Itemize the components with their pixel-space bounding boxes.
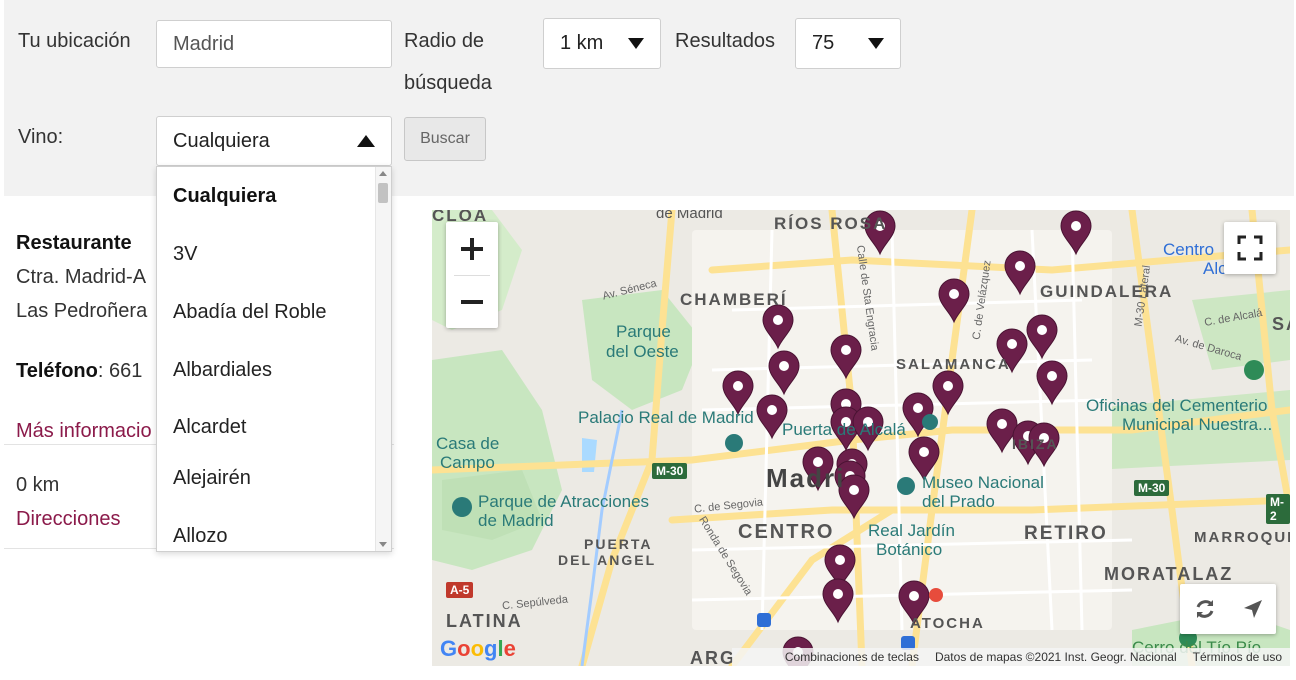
plus-icon [461, 237, 483, 260]
results-label: Resultados [675, 30, 776, 52]
map-label-chamberi: CHAMBERÍ [680, 290, 788, 309]
dropdown-option[interactable]: Cualquiera [173, 185, 276, 208]
more-info-link[interactable]: Más informacio [16, 420, 152, 443]
fullscreen-button[interactable] [1224, 222, 1276, 274]
refresh-icon[interactable] [1193, 597, 1217, 621]
highway-badge: M-2 [1266, 494, 1290, 524]
location-controls [1180, 584, 1276, 634]
wine-dropdown-list[interactable]: Cualquiera 3V Abadía del Roble Albardial… [156, 166, 392, 552]
map-label-moratalaz: MORATALAZ [1104, 564, 1234, 584]
chevron-up-icon [357, 135, 375, 147]
highway-badge: M-30 [652, 463, 688, 479]
radius-select[interactable]: 1 km [543, 18, 661, 69]
dropdown-option[interactable]: 3V [173, 243, 197, 266]
wine-select[interactable]: Cualquiera [156, 116, 392, 166]
dropdown-option[interactable]: Alejairén [173, 467, 251, 490]
highway-badge: A-5 [446, 582, 474, 598]
dropdown-option[interactable]: Abadía del Roble [173, 301, 326, 324]
radius-label-line1: Radio de [404, 30, 485, 52]
map-label-centro: CENTRO [738, 521, 835, 543]
result-phone: Teléfono: 661 [16, 360, 142, 383]
map-label-latina: LATINA [446, 611, 523, 631]
map-label-parque-oeste-2: del Oeste [606, 342, 679, 361]
dropdown-scrollbar[interactable] [375, 167, 391, 551]
map-label-retiro: RETIRO [1024, 523, 1108, 544]
map-label-atocha: ATOCHA [910, 615, 985, 632]
map-label-puerta-angel-1: PUERTA [584, 536, 653, 552]
map-label-marroqui: MARROQUI [1194, 529, 1290, 546]
radius-select-value: 1 km [560, 32, 604, 54]
result-address-line2: Las Pedroñera [16, 300, 148, 322]
map-label-parque-atr-2: de Madrid [478, 511, 554, 530]
map-label-museo-1: Museo Nacional [922, 473, 1044, 492]
search-button[interactable]: Buscar [404, 117, 486, 161]
cemetery-poi-icon[interactable] [1244, 360, 1264, 380]
results-select[interactable]: 75 [795, 18, 901, 69]
map-data-attribution: Datos de mapas ©2021 Inst. Geogr. Nacion… [934, 650, 1177, 664]
dropdown-option[interactable]: Alcardet [173, 416, 246, 439]
terms-link[interactable]: Términos de uso [1193, 650, 1282, 664]
map-label-salamanca: SALAMANCA [896, 356, 1011, 373]
map-label-guindalera: GUINDALERA [1040, 282, 1174, 301]
location-label: Tu ubicación [18, 30, 131, 52]
scrollbar-thumb[interactable] [378, 183, 388, 203]
dropdown-option[interactable]: Albardiales [173, 359, 272, 382]
map-label-museo-2: del Prado [922, 492, 995, 511]
palace-poi-icon[interactable] [725, 434, 743, 452]
results-select-value: 75 [812, 32, 835, 54]
keyboard-shortcuts-link[interactable]: Combinaciones de teclas [785, 650, 919, 664]
metro-station-icon[interactable] [757, 613, 771, 627]
phone-label: Teléfono [16, 360, 98, 382]
scroll-down-icon[interactable] [379, 542, 387, 547]
chevron-down-icon [628, 38, 644, 49]
map-label-sa: SA [1272, 314, 1290, 334]
google-logo: Google [440, 636, 516, 661]
scroll-up-icon[interactable] [379, 171, 387, 176]
map-label-oficinas-1: Oficinas del Cementerio [1086, 396, 1268, 415]
zoom-out-button[interactable] [446, 275, 498, 328]
map-label-madrid: Madri [766, 463, 846, 493]
phone-value: : 661 [97, 360, 143, 382]
monument-poi-icon[interactable] [922, 414, 938, 430]
map-label-parque-atr-1: Parque de Atracciones [478, 492, 650, 511]
radius-label-line2: búsqueda [404, 72, 492, 94]
museum-poi-icon[interactable] [897, 477, 915, 495]
dropdown-option[interactable]: Allozo [173, 525, 227, 548]
train-station-icon[interactable] [929, 588, 943, 602]
map-label-casa-campo-1: Casa de [436, 434, 500, 453]
highway-badge: M-30 [1134, 480, 1170, 496]
map-label-jardin-1: Real Jardín [868, 521, 955, 540]
result-name: Restaurante [16, 232, 132, 254]
wine-label: Vino: [18, 126, 64, 148]
map-label-parque-oeste-1: Parque [616, 322, 671, 341]
result-address-line1: Ctra. Madrid-A [16, 266, 147, 288]
map-label-puerta-alcala: Puerta de Alcalá [782, 420, 906, 439]
zoom-in-button[interactable] [446, 222, 498, 275]
map-label-centro-top: Centro [1163, 240, 1215, 259]
map-label-casa-campo-2: Campo [440, 453, 495, 472]
map[interactable]: RÍOS ROSA CLOA de Madrid CHAMBERÍ GUINDA… [432, 210, 1290, 666]
location-input[interactable]: Madrid [156, 20, 392, 68]
wine-select-value: Cualquiera [173, 129, 270, 152]
map-label-puerta-angel-2: DEL ANGEL [558, 552, 657, 568]
map-label-oficinas-2: Municipal Nuestra... [1122, 415, 1273, 434]
minus-icon [461, 299, 483, 304]
fullscreen-icon [1237, 235, 1263, 261]
map-label-palacio-real: Palacio Real de Madrid [578, 408, 754, 427]
map-label-jardin-2: Botánico [876, 540, 943, 559]
map-label-ibiza: IBIZA [1012, 436, 1059, 452]
map-footer: Combinaciones de teclas Datos de mapas ©… [732, 648, 1290, 666]
map-label-arg: ARG [690, 648, 736, 666]
map-label-rios-rosas: RÍOS ROSA [774, 214, 888, 233]
result-distance: 0 km [16, 474, 60, 496]
zoom-control [446, 222, 498, 328]
amusement-park-poi-icon[interactable] [452, 497, 472, 517]
map-label-de-madrid-top: de Madrid [656, 210, 723, 222]
chevron-down-icon [868, 38, 884, 49]
directions-link[interactable]: Direcciones [16, 508, 120, 531]
navigation-arrow-icon[interactable] [1242, 598, 1264, 620]
